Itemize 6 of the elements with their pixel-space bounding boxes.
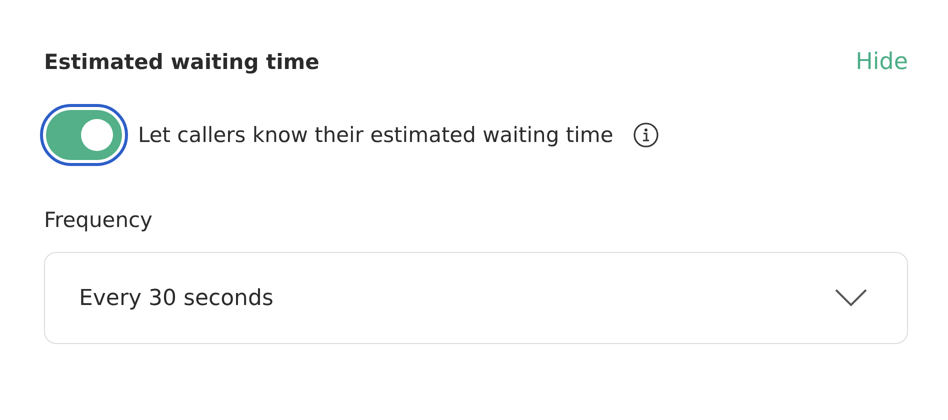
field-label: Frequency: [44, 208, 154, 234]
info-icon[interactable]: [633, 122, 660, 148]
toggle-label: Let callers know their estimated waiting time: [138, 123, 614, 147]
section-title: Estimated waiting time: [44, 50, 320, 74]
chevron-down-icon: [835, 289, 867, 307]
frequency-dropdown[interactable]: Every 30 seconds: [44, 252, 908, 344]
